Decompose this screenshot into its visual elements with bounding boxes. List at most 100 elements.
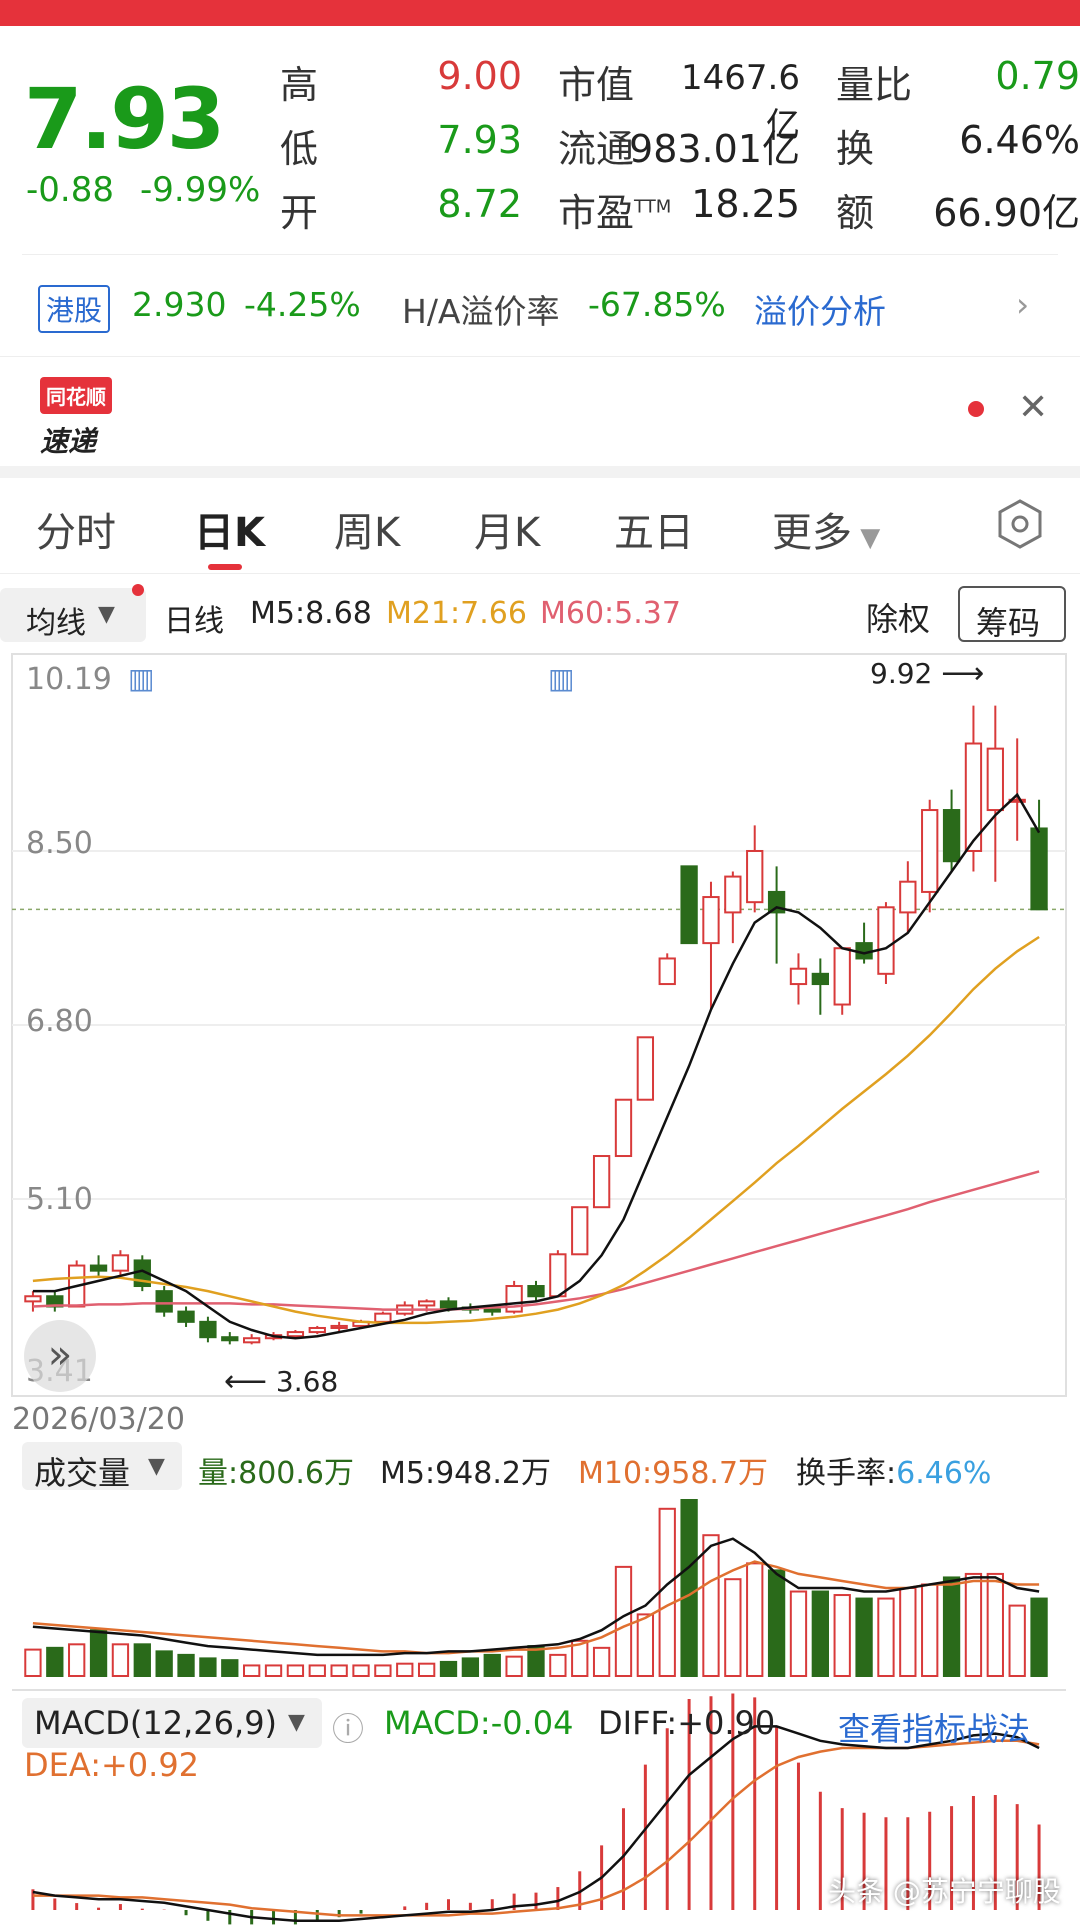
- low-annotation: ⟵ 3.68: [224, 1364, 339, 1399]
- help-icon[interactable]: ⓘ: [332, 1704, 364, 1750]
- last-price: 7.93: [24, 70, 225, 168]
- unread-dot-icon: [968, 401, 984, 417]
- premium-analysis-link[interactable]: 溢价分析: [754, 285, 886, 333]
- ma60-line: [32, 1170, 1040, 1311]
- volume-bar: [89, 1629, 108, 1677]
- candle-body: [439, 1300, 458, 1309]
- price-axis-3: 6.80: [26, 1004, 93, 1039]
- tab-more[interactable]: 更多 ▼: [772, 500, 880, 558]
- price-change: -0.88: [26, 170, 114, 210]
- volume-bar: [221, 1659, 239, 1678]
- candle-body: [833, 947, 851, 1006]
- volume-bar: [24, 1648, 42, 1677]
- candle-body: [417, 1300, 436, 1307]
- float-value: 983.01亿: [629, 127, 800, 171]
- volume-bar: [702, 1534, 720, 1677]
- price-axis-4: 5.10: [26, 1182, 93, 1217]
- volume-bar: [505, 1655, 523, 1678]
- candle-body: [592, 1155, 611, 1209]
- mktcap-label: 市值: [558, 63, 635, 107]
- volume-bar: [199, 1657, 217, 1678]
- caret-down-icon: ▼: [98, 602, 115, 627]
- hk-share-row[interactable]: 港股 2.930 -4.25% H/A溢价率 -67.85% 溢价分析 ›: [22, 254, 1058, 354]
- candle-body: [811, 972, 829, 986]
- hk-pct: -4.25%: [244, 285, 361, 324]
- candle-body: [286, 1331, 305, 1338]
- candle-body: [571, 1206, 589, 1256]
- candle-body: [789, 967, 808, 986]
- volume-bar: [527, 1645, 545, 1677]
- caret-down-icon: ▼: [852, 523, 881, 553]
- volume-value: 量:800.6万: [198, 1456, 354, 1491]
- scroll-back-button[interactable]: »: [24, 1320, 96, 1392]
- volume-ratio-label: 量比: [836, 63, 913, 107]
- volume-bar: [111, 1643, 130, 1677]
- turnover-label: 换: [836, 127, 875, 171]
- volume-bar: [789, 1590, 808, 1678]
- candle-body: [899, 880, 917, 914]
- settings-hexagon-icon[interactable]: [994, 498, 1046, 560]
- period-tabs: 分时 日K 周K 月K 五日 更多 ▼: [0, 478, 1080, 574]
- volume-bar: [921, 1583, 939, 1677]
- candle-body: [658, 957, 676, 986]
- volume-bar: [592, 1646, 611, 1677]
- candle-body: [221, 1336, 239, 1342]
- volume-header: 成交量 ▼ 量:800.6万 M5:948.2万 M10:958.7万 换手率:6…: [22, 1442, 1080, 1496]
- volume-bar: [374, 1664, 392, 1677]
- volume-bar: [417, 1662, 436, 1678]
- candle-body: [111, 1254, 130, 1272]
- volume-bar: [243, 1664, 261, 1677]
- macd-header: MACD(12,26,9) ▼ ⓘ MACD:-0.04 DIFF:+0.90 查…: [22, 1698, 1080, 1798]
- candle-body: [942, 809, 961, 863]
- dea-value: DEA:+0.92: [24, 1746, 200, 1784]
- volume-bar: [439, 1660, 458, 1678]
- indicator-bar: 均线 ▼ 日线 M5:8.68 M21:7.66 M60:5.37 除权 筹码: [0, 578, 1080, 650]
- volume-bar: [964, 1572, 983, 1678]
- volume-selector[interactable]: 成交量 ▼: [22, 1442, 182, 1492]
- ex-rights-toggle[interactable]: 除权: [866, 594, 930, 640]
- tab-daily-k[interactable]: 日K: [194, 500, 265, 558]
- price-axis-top: 10.19: [26, 662, 112, 697]
- volume-m5: M5:948.2万: [380, 1456, 551, 1491]
- ma60-legend: M60:5.37: [540, 596, 681, 631]
- chip-distribution-button[interactable]: 筹码: [958, 586, 1066, 642]
- close-icon[interactable]: ✕: [1018, 387, 1048, 428]
- volume-bar: [658, 1507, 676, 1678]
- volume-bar: [461, 1657, 480, 1678]
- amount-label: 额: [836, 191, 875, 235]
- volume-bar: [549, 1653, 567, 1678]
- candle-body: [352, 1320, 370, 1327]
- active-tab-indicator: [208, 564, 242, 570]
- hk-price: 2.930: [132, 285, 227, 324]
- tab-five-day[interactable]: 五日: [614, 500, 694, 558]
- candle-body: [1008, 798, 1026, 803]
- event-bar-icon[interactable]: ▥: [128, 662, 154, 695]
- pe-label: 市盈TTM: [558, 191, 672, 235]
- event-bar-icon[interactable]: ▥: [548, 662, 574, 695]
- turnover-value: 6.46%: [959, 118, 1080, 162]
- volume-bar: [264, 1664, 283, 1677]
- macd-selector[interactable]: MACD(12,26,9) ▼: [22, 1698, 322, 1748]
- candle-body: [396, 1304, 414, 1315]
- high-value: 9.00: [437, 54, 522, 98]
- low-value: 7.93: [437, 118, 522, 162]
- indicator-strategy-link[interactable]: 查看指标战法: [838, 1704, 1030, 1750]
- ma21-line: [32, 935, 1040, 1325]
- candle-body: [243, 1337, 261, 1344]
- candle-body: [461, 1306, 480, 1311]
- tab-monthly-k[interactable]: 月K: [474, 500, 540, 558]
- section-divider: [0, 466, 1080, 478]
- volume-bar: [68, 1643, 86, 1677]
- high-annotation: 9.92 ⟶: [870, 656, 985, 691]
- tab-intraday[interactable]: 分时: [36, 500, 116, 558]
- candle-body: [89, 1264, 108, 1272]
- candle-body: [680, 865, 698, 945]
- ma-selector[interactable]: 均线 ▼: [0, 588, 146, 642]
- volume-bar: [1030, 1597, 1048, 1678]
- tab-weekly-k[interactable]: 周K: [334, 500, 400, 558]
- volume-bar: [571, 1639, 589, 1678]
- volume-ratio-value: 0.79: [995, 54, 1080, 98]
- news-banner[interactable]: 同花顺 速递 ✕: [0, 356, 1080, 466]
- volume-bar: [46, 1646, 64, 1677]
- turnover-rate: 换手率:6.46%: [796, 1456, 992, 1491]
